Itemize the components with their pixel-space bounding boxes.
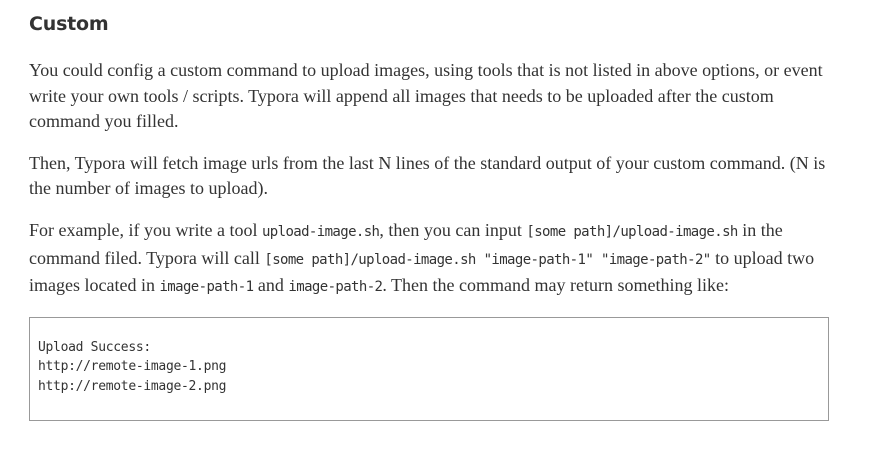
paragraph-fetch-urls: Then, Typora will fetch image urls from … [29, 152, 826, 199]
paragraph-intro: You could config a custom command to upl… [29, 60, 823, 132]
text-span: and [253, 275, 289, 296]
code-line: http://remote-image-2.png [38, 378, 227, 394]
inline-code-command-call: [some path]/upload-image.sh "image-path-… [264, 251, 711, 268]
text-span: . Then the command may return something … [382, 275, 729, 296]
document-content: Custom You could config a custom command… [29, 8, 829, 422]
code-line: Upload Success: [38, 339, 151, 355]
code-block[interactable]: Upload Success: http://remote-image-1.pn… [29, 316, 829, 422]
section-heading: Custom [29, 13, 109, 35]
text-span: For example, if you write a tool [29, 219, 262, 240]
inline-code-script-path: [some path]/upload-image.sh [526, 223, 738, 240]
inline-code-script-name: upload-image.sh [261, 223, 380, 240]
inline-code-image-path-2: image-path-2 [288, 279, 383, 296]
paragraph-example: For example, if you write a tool upload-… [29, 218, 829, 301]
code-line: http://remote-image-1.png [38, 359, 227, 375]
inline-code-image-path-1: image-path-1 [159, 279, 254, 296]
text-span: , then you can input [379, 219, 527, 240]
